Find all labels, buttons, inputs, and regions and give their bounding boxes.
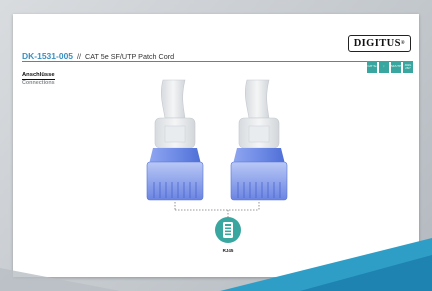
rj45-port-icon: [223, 222, 233, 238]
rj45-badge: [215, 217, 241, 243]
connection-lines: [174, 202, 260, 217]
right-patch-cable: [230, 79, 288, 201]
rj45-label: RJ45: [222, 248, 234, 253]
datasheet-card: DIGITUS® DK-1531-005 // CAT 5e SF/UTP Pa…: [13, 14, 419, 277]
left-patch-cable: [146, 79, 204, 201]
